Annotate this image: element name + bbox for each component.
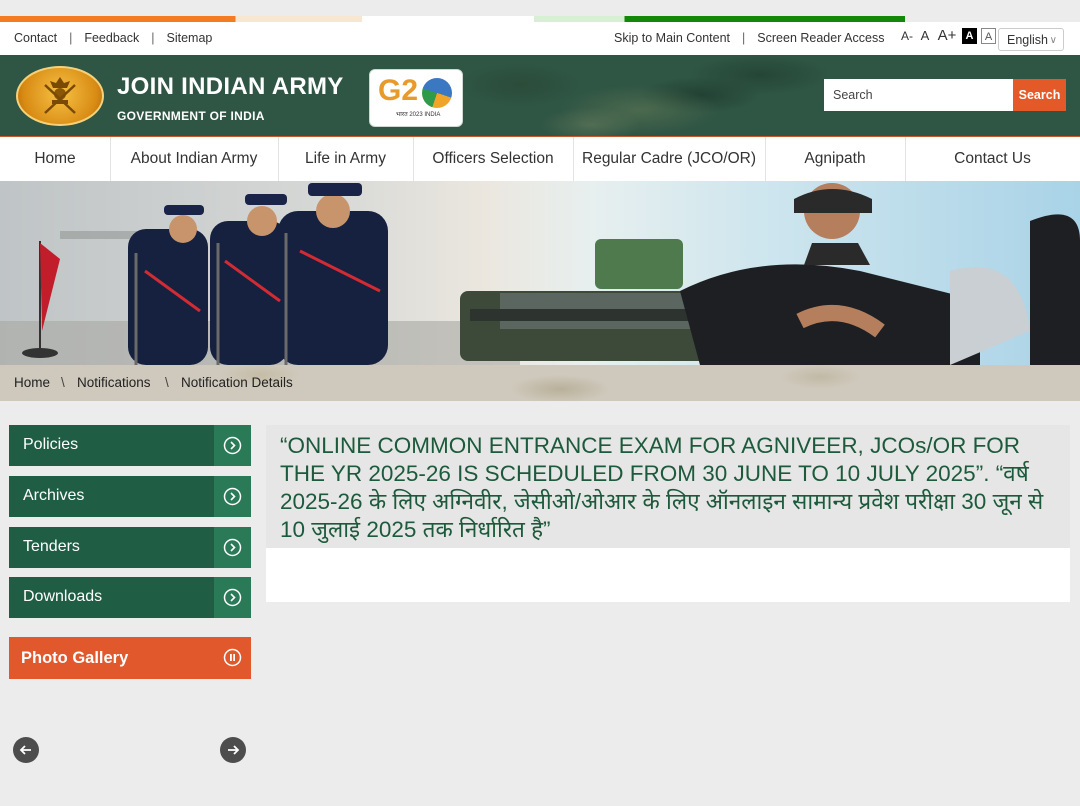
arrow-right-circle-icon	[214, 527, 251, 568]
arrow-left-icon	[19, 745, 31, 755]
pause-icon[interactable]	[214, 637, 251, 679]
font-normal-button[interactable]: A	[918, 28, 932, 44]
nav-about-indian-army[interactable]: About Indian Army	[110, 137, 279, 181]
nav-regular-cadre[interactable]: Regular Cadre (JCO/OR)	[573, 137, 766, 181]
site-header: JOIN INDIAN ARMY GOVERNMENT OF INDIA G2 …	[0, 55, 1080, 138]
g20-logo-text: G2	[378, 74, 419, 107]
nav-life-in-army[interactable]: Life in Army	[278, 137, 414, 181]
skip-to-main-link[interactable]: Skip to Main Content	[614, 31, 730, 45]
sidebar-item-archives[interactable]: Archives	[9, 476, 251, 517]
notification-detail-panel: “ONLINE COMMON ENTRANCE EXAM FOR AGNIVEE…	[266, 425, 1070, 602]
gallery-prev-button[interactable]	[13, 737, 39, 763]
g20-lotus-icon	[422, 78, 452, 108]
breadcrumb-separator: \	[165, 375, 169, 390]
font-decrease-button[interactable]: A-	[900, 28, 914, 44]
hero-soldiers-illustration	[0, 183, 1080, 365]
arrow-right-circle-icon	[214, 425, 251, 466]
arrow-right-circle-icon	[214, 577, 251, 618]
main-nav: Home About Indian Army Life in Army Offi…	[0, 137, 1080, 182]
breadcrumb: Home \ Notifications \ Notification Deta…	[0, 365, 1080, 401]
search-input[interactable]	[824, 79, 1013, 111]
divider: |	[742, 31, 746, 45]
normal-contrast-button[interactable]: A	[981, 28, 996, 44]
army-emblem-logo[interactable]	[16, 66, 104, 126]
high-contrast-button[interactable]: A	[962, 28, 977, 44]
g20-logo: G2 भारत 2023 INDIA	[369, 69, 463, 127]
nav-agnipath[interactable]: Agnipath	[765, 137, 906, 181]
divider: |	[69, 31, 73, 45]
nav-officers-selection[interactable]: Officers Selection	[413, 137, 574, 181]
language-select[interactable]: English ∨	[998, 28, 1064, 51]
sidebar-item-policies[interactable]: Policies	[9, 425, 251, 466]
gallery-next-button[interactable]	[220, 737, 246, 763]
hero-banner	[0, 181, 1080, 365]
sidebar-item-label: Downloads	[23, 588, 103, 605]
photo-gallery-label: Photo Gallery	[21, 649, 129, 667]
notification-title: “ONLINE COMMON ENTRANCE EXAM FOR AGNIVEE…	[280, 433, 1044, 542]
contact-link[interactable]: Contact	[14, 31, 57, 45]
sidebar-item-label: Policies	[23, 436, 79, 453]
font-size-controls: A- A A+ A A	[900, 28, 996, 44]
breadcrumb-separator: \	[61, 375, 65, 390]
arrow-right-icon	[228, 745, 240, 755]
chevron-down-icon: ∨	[1049, 35, 1057, 46]
search-button[interactable]: Search	[1013, 79, 1066, 111]
nav-home[interactable]: Home	[0, 137, 111, 181]
sidebar-item-tenders[interactable]: Tenders	[9, 527, 251, 568]
sitemap-link[interactable]: Sitemap	[167, 31, 213, 45]
divider: |	[151, 31, 155, 45]
sidebar-item-label: Archives	[23, 487, 85, 504]
breadcrumb-current: Notification Details	[181, 375, 293, 390]
feedback-link[interactable]: Feedback	[84, 31, 139, 45]
language-selected: English	[1007, 33, 1048, 47]
site-subtitle: GOVERNMENT OF INDIA	[117, 109, 265, 123]
breadcrumb-notifications[interactable]: Notifications	[77, 375, 151, 390]
screen-reader-link[interactable]: Screen Reader Access	[757, 31, 884, 45]
breadcrumb-home[interactable]: Home	[14, 375, 50, 390]
nav-contact-us[interactable]: Contact Us	[905, 137, 1080, 181]
font-increase-button[interactable]: A+	[936, 28, 958, 44]
photo-gallery-header[interactable]: Photo Gallery	[9, 637, 251, 679]
g20-tagline: भारत 2023 INDIA	[396, 112, 441, 118]
arrow-right-circle-icon	[214, 476, 251, 517]
utility-bar: Contact | Feedback | Sitemap Skip to Mai…	[0, 22, 1080, 55]
site-title: JOIN INDIAN ARMY	[117, 73, 344, 100]
lion-emblem-icon	[44, 77, 76, 114]
sidebar-item-label: Tenders	[23, 538, 80, 555]
sidebar-item-downloads[interactable]: Downloads	[9, 577, 251, 618]
notification-title-box: “ONLINE COMMON ENTRANCE EXAM FOR AGNIVEE…	[266, 425, 1070, 548]
